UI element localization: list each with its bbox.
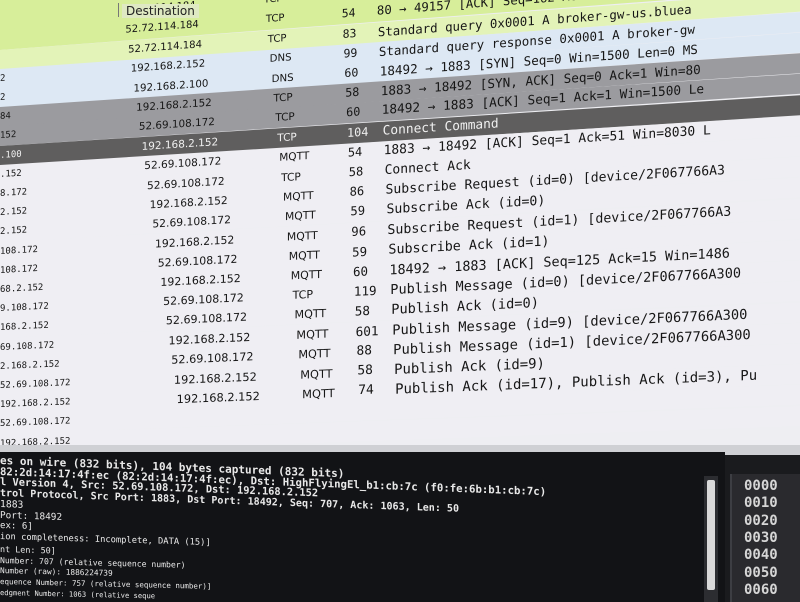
column-destination-header[interactable]: Destination (122, 4, 199, 18)
source-address: 2 (0, 73, 6, 84)
hex-offset: 0060 (744, 581, 778, 598)
length-cell: 99 (343, 45, 358, 61)
length-cell: 104 (346, 124, 369, 140)
detail-line[interactable]: Number (raw): 1886224739 (0, 566, 113, 578)
length-cell: 119 (353, 283, 377, 300)
protocol-cell: DNS (269, 52, 292, 65)
destination-address: 52.72.114.184 (125, 19, 199, 37)
detail-line[interactable]: edgment Number: 1063 (relative seque (0, 588, 155, 600)
destination-address: 52.69.108.172 (163, 291, 244, 309)
length-cell: 54 (347, 144, 363, 160)
destination-address: 52.69.108.172 (146, 174, 225, 193)
length-cell: 74 (358, 382, 374, 399)
source-address: 68.2.152 (0, 282, 44, 295)
destination-address: 192.168.2.152 (168, 330, 251, 348)
info-cell: Connect Ack (384, 157, 471, 179)
length-cell: 58 (354, 303, 370, 319)
protocol-cell: MQTT (300, 366, 333, 382)
hex-offset: 0010 (744, 495, 778, 512)
length-cell: 88 (356, 342, 372, 359)
source-address: 9.108.172 (0, 301, 49, 315)
destination-address: 192.168.2.152 (160, 271, 241, 289)
protocol-cell: TCP (275, 111, 295, 125)
source-address: 2.168.2.152 (0, 359, 60, 372)
length-cell: 86 (349, 184, 365, 200)
destination-address: 52.72.114.184 (128, 38, 203, 56)
source-address: 152 (0, 130, 17, 142)
length-cell: 60 (344, 65, 359, 81)
source-address: 2.152 (0, 225, 28, 238)
destination-address: 192.168.2.100 (133, 77, 209, 95)
length-cell: 59 (352, 243, 368, 260)
destination-address: 52.69.108.172 (144, 155, 222, 172)
protocol-cell: MQTT (284, 208, 316, 224)
protocol-cell: MQTT (302, 386, 335, 402)
destination-address: 192.168.2.152 (141, 135, 219, 153)
hex-offset: 0020 (744, 512, 778, 529)
destination-address: 192.168.2.152 (136, 96, 212, 115)
protocol-cell: MQTT (298, 346, 331, 362)
source-address: 69.108.172 (0, 340, 55, 353)
source-address: 192.168.2.152 (0, 397, 71, 411)
hex-offset: 0050 (744, 564, 778, 581)
source-address: 84 (0, 111, 11, 123)
protocol-cell: MQTT (290, 267, 322, 283)
destination-address: 192.168.2.152 (155, 232, 235, 251)
protocol-cell: TCP (281, 170, 301, 185)
destination-address: 52.69.108.172 (165, 310, 248, 328)
protocol-cell: MQTT (283, 189, 314, 204)
protocol-cell: TCP (277, 130, 297, 144)
length-cell: 58 (345, 85, 360, 100)
detail-line[interactable]: nt Len: 50] (0, 544, 56, 556)
wireshark-window: 192.168.2.152TCP6049157 → 80 [FIN, ACK] … (0, 0, 800, 602)
source-address: 2 (0, 92, 6, 103)
protocol-cell: MQTT (286, 228, 318, 244)
packet-details-pane[interactable]: es on wire (832 bits), 104 bytes capture… (0, 452, 725, 602)
protocol-cell: MQTT (279, 149, 310, 164)
protocol-cell: TCP (267, 32, 287, 46)
destination-address: 52.69.108.172 (157, 252, 238, 270)
source-address: .152 (0, 168, 22, 180)
scrollbar-thumb[interactable] (707, 480, 715, 590)
protocol-cell: MQTT (288, 248, 320, 263)
hex-offset: 0000 (744, 478, 778, 494)
source-address: 168.2.152 (0, 321, 49, 334)
source-address: 108.172 (0, 263, 38, 276)
length-cell: 58 (357, 362, 373, 379)
hex-offset: 0040 (744, 547, 778, 564)
detail-line[interactable]: ex: 6] (0, 521, 33, 532)
length-cell: 96 (351, 223, 367, 239)
detail-line[interactable]: 1883 (0, 499, 23, 511)
destination-address: 192.168.2.152 (173, 369, 257, 387)
destination-address: 52.69.108.172 (152, 213, 231, 231)
protocol-cell: DNS (271, 71, 294, 86)
packet-list-pane[interactable]: 192.168.2.152TCP6049157 → 80 [FIN, ACK] … (0, 0, 800, 450)
destination-address: 192.168.2.152 (176, 389, 260, 407)
source-address: 8.172 (0, 187, 28, 199)
length-cell: 83 (342, 25, 357, 41)
packet-bytes-pane[interactable]: 0000 0010 0020 0030 0040 0050 0060 (730, 474, 800, 602)
destination-address: 52.69.108.172 (171, 350, 254, 367)
source-address: 52.69.108.172 (0, 378, 71, 391)
column-separator[interactable] (118, 3, 119, 17)
source-address: .100 (0, 149, 22, 161)
length-cell: 601 (355, 322, 379, 339)
destination-address: 192.168.2.152 (130, 58, 206, 75)
protocol-cell: MQTT (296, 327, 329, 342)
source-address: 2.152 (0, 206, 28, 219)
source-address: 108.172 (0, 244, 38, 257)
protocol-cell: TCP (292, 288, 314, 303)
screen: 192.168.2.152TCP6049157 → 80 [FIN, ACK] … (0, 0, 800, 602)
hex-offset: 0030 (744, 529, 778, 546)
length-cell: 58 (348, 164, 364, 180)
destination-address: 52.69.108.172 (138, 116, 215, 134)
details-scrollbar[interactable] (704, 476, 718, 602)
protocol-cell: MQTT (294, 307, 327, 322)
length-cell: 59 (350, 204, 366, 219)
protocol-cell: TCP (273, 91, 293, 105)
length-cell: 60 (346, 104, 361, 120)
source-address: 52.69.108.172 (0, 416, 71, 430)
length-cell: 60 (353, 263, 369, 280)
column-header: Destination (0, 0, 800, 20)
